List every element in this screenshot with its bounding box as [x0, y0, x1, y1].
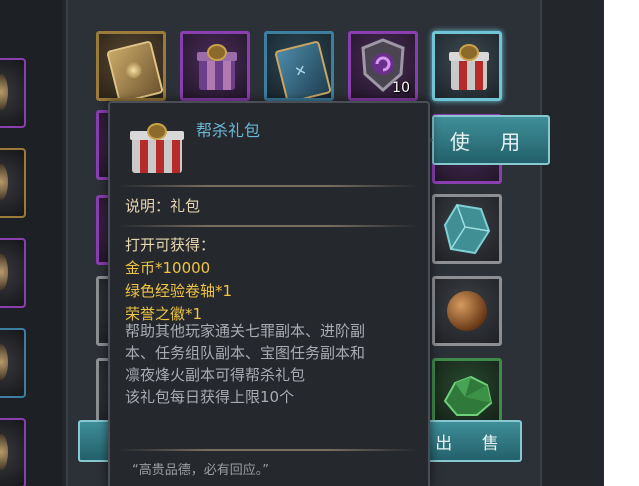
- gift-box-icon: [197, 44, 237, 90]
- inventory-slot-gift-pack[interactable]: [432, 31, 502, 101]
- description-line: 该礼包每日获得上限10个: [125, 388, 295, 406]
- ore-icon: [443, 375, 493, 416]
- inventory-slot-shield-emblem[interactable]: 10: [348, 31, 418, 101]
- divider: [118, 225, 418, 227]
- inventory-slot-purple-gift[interactable]: [180, 31, 250, 101]
- equipment-slot[interactable]: [0, 148, 26, 218]
- inventory-slot-ore[interactable]: [432, 358, 502, 428]
- item-title: 帮杀礼包: [196, 121, 261, 140]
- flavor-quote: “高贵品德，必有回应。”: [132, 463, 269, 478]
- gift-box-icon: [130, 123, 184, 173]
- use-button[interactable]: 使 用: [432, 115, 550, 165]
- game-scene: ✕ 10 使 用 出 售 帮杀礼包 说明：礼包 打开可获得： 金币*10000 …: [0, 0, 604, 486]
- description-line: 凛夜烽火副本可得帮杀礼包: [125, 366, 306, 384]
- gift-box-icon: [449, 44, 489, 90]
- inventory-slot-crystal[interactable]: [432, 194, 502, 264]
- inventory-slot-gold-card[interactable]: [96, 31, 166, 101]
- inventory-slot-blue-card[interactable]: ✕: [264, 31, 334, 101]
- obtain-header: 打开可获得：: [125, 236, 216, 254]
- equipment-slot[interactable]: [0, 418, 26, 486]
- orb-icon: [447, 291, 487, 331]
- crystal-icon: [443, 203, 491, 255]
- card-icon: [106, 40, 163, 98]
- item-description: 帮助其他玩家通关七罪副本、进阶副 本、任务组队副本、宝图任务副本和 凛夜烽火副本…: [125, 320, 425, 408]
- sell-button[interactable]: 出 售: [424, 420, 522, 462]
- description-line: 帮助其他玩家通关七罪副本、进阶副: [125, 322, 366, 340]
- divider: [118, 185, 418, 187]
- equipment-slot[interactable]: [0, 238, 26, 308]
- inventory-slot-orb[interactable]: [432, 276, 502, 346]
- divider: [118, 449, 418, 451]
- description-line: 本、任务组队副本、宝图任务副本和: [125, 344, 366, 362]
- card-icon: ✕: [274, 40, 331, 98]
- item-type: 说明：礼包: [125, 197, 201, 215]
- equipment-slot[interactable]: [0, 328, 26, 398]
- item-tooltip: 帮杀礼包 说明：礼包 打开可获得： 金币*10000 绿色经验卷轴*1 荣誉之徽…: [108, 101, 430, 486]
- equipment-slot[interactable]: [0, 58, 26, 128]
- item-count: 10: [392, 80, 410, 96]
- reward-scroll: 绿色经验卷轴*1: [125, 282, 233, 300]
- reward-gold: 金币*10000: [125, 259, 211, 277]
- equipment-strip: [0, 0, 62, 486]
